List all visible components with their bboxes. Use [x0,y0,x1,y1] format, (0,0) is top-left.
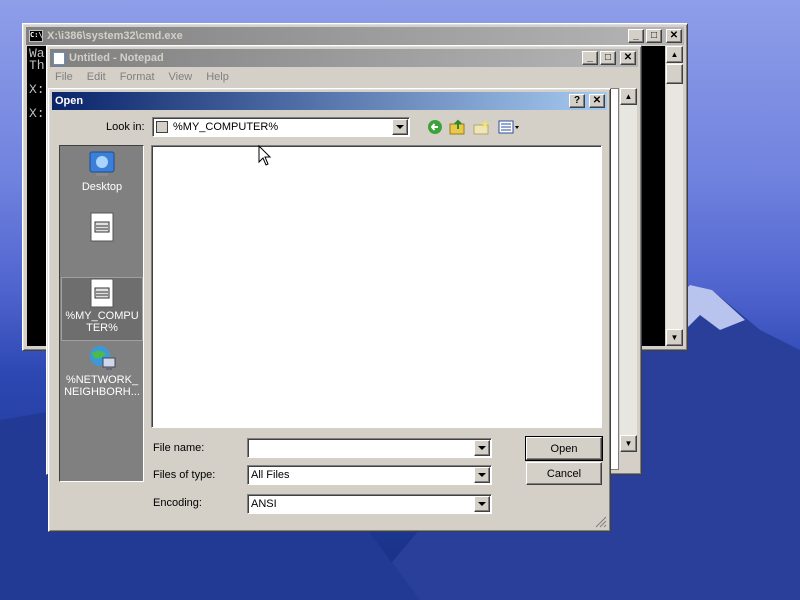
minimize-button[interactable]: _ [628,29,644,43]
menu-file[interactable]: File [51,71,77,83]
resize-grip[interactable] [620,453,637,470]
notepad-scrollbar[interactable]: ▲ ▼ [620,88,637,452]
up-folder-icon[interactable] [448,117,468,137]
open-button[interactable]: Open [525,436,603,461]
cancel-button[interactable]: Cancel [526,462,602,485]
resize-grip-icon[interactable] [595,516,607,528]
look-in-value: %MY_COMPUTER% [173,121,279,133]
minimize-button[interactable]: _ [582,51,598,65]
notepad-app-icon [53,51,65,65]
look-in-label: Look in: [106,121,145,133]
menu-edit[interactable]: Edit [83,71,110,83]
dropdown-arrow-icon[interactable] [392,119,408,135]
close-button[interactable]: ✕ [620,51,636,65]
back-icon[interactable] [425,117,445,137]
place-label: Desktop [81,181,123,193]
notepad-doc-icon [90,278,114,308]
notepad-titlebar[interactable]: Untitled - Notepad _ □ ✕ [50,49,638,67]
place-network[interactable]: %NETWORK_NEIGHBORH... [61,344,143,408]
scroll-down-button[interactable]: ▼ [666,329,683,346]
places-bar: Desktop %MY_COMPUTER% %NETWORK_NEIGHBORH… [59,145,144,482]
notepad-doc-icon [90,212,114,242]
menu-view[interactable]: View [165,71,197,83]
file-name-label: File name: [153,442,205,454]
open-dialog[interactable]: Open ? ✕ Look in: %MY_COMPUTER% Desktop [48,88,611,532]
dropdown-arrow-icon[interactable] [474,496,490,512]
files-of-type-dropdown[interactable]: All Files [247,465,492,485]
files-of-type-value: All Files [251,469,290,481]
place-label: %NETWORK_NEIGHBORH... [64,374,140,398]
maximize-button[interactable]: □ [600,51,616,65]
dialog-titlebar[interactable]: Open ? ✕ [52,92,607,110]
dropdown-arrow-icon[interactable] [474,440,490,456]
notepad-menubar: File Edit Format View Help [51,68,637,86]
file-list[interactable] [151,145,602,428]
maximize-button[interactable]: □ [646,29,662,43]
encoding-value: ANSI [251,498,277,510]
new-folder-icon[interactable] [472,117,492,137]
cmd-title: X:\i386\system32\cmd.exe [47,30,183,42]
look-in-dropdown[interactable]: %MY_COMPUTER% [152,117,410,137]
menu-format[interactable]: Format [116,71,159,83]
notepad-title: Untitled - Notepad [69,52,164,64]
cmd-titlebar[interactable]: C:\ X:\i386\system32\cmd.exe _ □ ✕ [26,27,684,45]
desktop-icon [89,151,115,176]
scroll-down-button[interactable]: ▼ [620,435,637,452]
file-name-combo[interactable] [247,438,492,458]
files-of-type-label: Files of type: [153,469,216,481]
view-menu-icon[interactable] [497,117,523,137]
place-desktop[interactable]: Desktop [61,149,143,209]
close-button[interactable]: ✕ [589,94,605,108]
encoding-label: Encoding: [153,497,202,509]
place-documents[interactable] [61,212,143,274]
scroll-up-button[interactable]: ▲ [620,88,637,105]
scroll-up-button[interactable]: ▲ [666,46,683,63]
place-label: %MY_COMPUTER% [65,310,139,334]
menu-help[interactable]: Help [202,71,233,83]
cmd-app-icon: C:\ [29,30,43,42]
dialog-title: Open [55,95,84,107]
help-button[interactable]: ? [569,94,585,108]
place-my-computer[interactable]: %MY_COMPUTER% [61,277,143,341]
scroll-thumb[interactable] [666,64,683,84]
cmd-scrollbar[interactable]: ▲ ▼ [666,46,683,346]
network-icon [90,346,116,370]
mouse-pointer-icon [258,145,272,166]
encoding-dropdown[interactable]: ANSI [247,494,492,514]
computer-icon [156,121,168,133]
dropdown-arrow-icon[interactable] [474,467,490,483]
close-button[interactable]: ✕ [666,29,682,43]
